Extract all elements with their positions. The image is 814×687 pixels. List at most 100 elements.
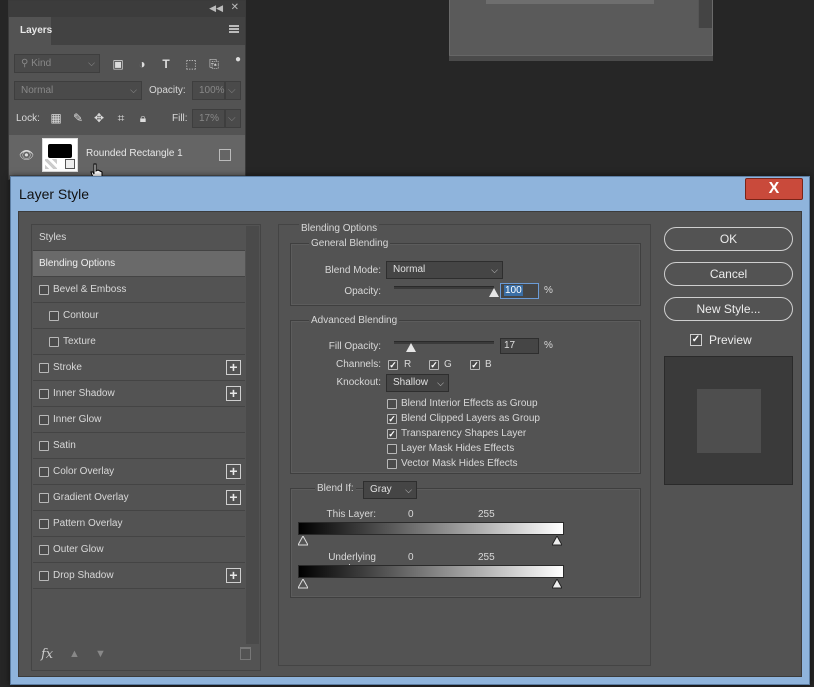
shape-filter-icon[interactable]: ⬚ bbox=[184, 57, 198, 71]
close-panel-icon[interactable]: ✕ bbox=[231, 2, 239, 13]
option-label: Layer Mask Hides Effects bbox=[401, 443, 515, 454]
style-checkbox[interactable] bbox=[39, 363, 49, 373]
style-item-inner-shadow[interactable]: Inner Shadow + bbox=[33, 381, 245, 407]
fill-opacity-input[interactable]: 17 bbox=[500, 338, 539, 354]
style-checkbox[interactable] bbox=[39, 467, 49, 477]
opacity-slider-thumb[interactable] bbox=[489, 288, 499, 297]
style-item-gradient-overlay[interactable]: Gradient Overlay + bbox=[33, 485, 245, 511]
document-scrollbar[interactable] bbox=[698, 0, 712, 28]
option-checkbox[interactable] bbox=[387, 399, 397, 409]
add-effect-icon[interactable]: + bbox=[226, 568, 241, 583]
style-checkbox[interactable] bbox=[49, 311, 59, 321]
channel-r-checkbox[interactable]: ✓ bbox=[388, 360, 398, 370]
lock-all-icon[interactable]: 🔒︎ bbox=[136, 111, 150, 125]
option-label: Blend Clipped Layers as Group bbox=[401, 413, 540, 424]
channel-b-checkbox[interactable]: ✓ bbox=[470, 360, 480, 370]
style-checkbox[interactable] bbox=[39, 389, 49, 399]
blend-if-select[interactable]: Gray ⌵ bbox=[363, 481, 417, 499]
add-effect-icon[interactable]: + bbox=[226, 360, 241, 375]
move-up-icon[interactable]: ▲ bbox=[69, 648, 80, 660]
lock-position-icon[interactable]: ✥ bbox=[92, 111, 106, 125]
visibility-eye-icon[interactable]: 👁︎ bbox=[19, 148, 34, 162]
channel-r-label: R bbox=[404, 359, 412, 370]
add-effect-icon[interactable]: + bbox=[226, 386, 241, 401]
fill-opacity-slider-thumb[interactable] bbox=[406, 343, 416, 352]
option-label: Blend Interior Effects as Group bbox=[401, 398, 538, 409]
preview-label: Preview bbox=[709, 333, 752, 347]
type-filter-icon[interactable]: T bbox=[159, 57, 173, 71]
option-checkbox[interactable] bbox=[387, 459, 397, 469]
style-item-color-overlay[interactable]: Color Overlay + bbox=[33, 459, 245, 485]
adjustment-filter-icon[interactable]: ◑ bbox=[135, 57, 149, 71]
this-layer-label: This Layer: bbox=[326, 509, 376, 520]
style-item-contour[interactable]: Contour bbox=[33, 303, 245, 329]
opacity-input[interactable]: 100 bbox=[500, 283, 539, 299]
style-item-texture[interactable]: Texture bbox=[33, 329, 245, 355]
layer-thumbnail[interactable] bbox=[42, 138, 78, 172]
layer-style-dialog: Layer Style X Styles Blending Options Beve… bbox=[10, 176, 810, 685]
style-checkbox[interactable] bbox=[39, 285, 49, 295]
lock-image-icon[interactable]: ✎ bbox=[71, 111, 85, 125]
opacity-dropdown[interactable]: ⌵ bbox=[225, 81, 241, 100]
option-label: Transparency Shapes Layer bbox=[401, 428, 527, 439]
preview-checkbox[interactable]: ✓ bbox=[690, 334, 702, 346]
channel-g-checkbox[interactable]: ✓ bbox=[429, 360, 439, 370]
style-item-styles[interactable]: Styles bbox=[33, 225, 245, 251]
layer-name[interactable]: Rounded Rectangle 1 bbox=[86, 148, 183, 159]
style-checkbox[interactable] bbox=[39, 493, 49, 503]
smart-object-filter-icon[interactable]: ⎘ bbox=[207, 57, 221, 71]
style-checkbox[interactable] bbox=[49, 337, 59, 347]
filter-toggle-icon[interactable]: ● bbox=[231, 53, 245, 67]
new-style-button[interactable]: New Style... bbox=[664, 297, 793, 321]
add-effect-icon[interactable]: + bbox=[226, 464, 241, 479]
option-checkbox[interactable]: ✓ bbox=[387, 414, 397, 424]
opacity-label: Opacity: bbox=[149, 85, 186, 96]
opacity-slider-track[interactable] bbox=[394, 286, 494, 289]
underlying-white-slider[interactable] bbox=[552, 579, 562, 589]
add-effect-icon[interactable]: + bbox=[226, 490, 241, 505]
move-down-icon[interactable]: ▼ bbox=[95, 648, 106, 660]
panel-menu-icon[interactable] bbox=[229, 25, 239, 33]
close-button[interactable]: X bbox=[745, 178, 803, 200]
style-item-blending-options[interactable]: Blending Options bbox=[33, 251, 245, 277]
style-item-drop-shadow[interactable]: Drop Shadow + bbox=[33, 563, 245, 589]
underlying-black-slider[interactable] bbox=[298, 579, 308, 589]
lock-transparent-icon[interactable]: ▦ bbox=[49, 111, 63, 125]
lock-artboard-icon[interactable]: ⌗ bbox=[114, 111, 128, 125]
style-checkbox[interactable] bbox=[39, 441, 49, 451]
style-checkbox[interactable] bbox=[39, 415, 49, 425]
style-checkbox[interactable] bbox=[39, 545, 49, 555]
chevron-down-icon: ⌵ bbox=[405, 485, 412, 495]
style-item-bevel-emboss[interactable]: Bevel & Emboss bbox=[33, 277, 245, 303]
blend-if-label: Blend If: bbox=[315, 483, 356, 494]
style-list-scrollbar[interactable] bbox=[246, 226, 259, 644]
tab-layers[interactable]: Layers bbox=[9, 17, 52, 45]
channels-label: Channels: bbox=[335, 359, 381, 370]
this-layer-white-slider[interactable] bbox=[552, 536, 562, 546]
knockout-select[interactable]: Shallow ⌵ bbox=[386, 374, 449, 392]
option-checkbox[interactable]: ✓ bbox=[387, 429, 397, 439]
this-layer-gradient bbox=[298, 522, 564, 535]
this-layer-black-slider[interactable] bbox=[298, 536, 308, 546]
opacity-field[interactable]: 100% bbox=[192, 81, 225, 100]
fill-field[interactable]: 17% bbox=[192, 109, 225, 128]
option-checkbox[interactable] bbox=[387, 444, 397, 454]
style-item-satin[interactable]: Satin bbox=[33, 433, 245, 459]
style-item-outer-glow[interactable]: Outer Glow bbox=[33, 537, 245, 563]
trash-icon[interactable] bbox=[240, 647, 251, 660]
kind-filter-select[interactable]: ⚲ Kind ⌵ bbox=[14, 54, 100, 73]
style-checkbox[interactable] bbox=[39, 519, 49, 529]
cancel-button[interactable]: Cancel bbox=[664, 262, 793, 286]
style-checkbox[interactable] bbox=[39, 571, 49, 581]
blend-mode-select[interactable]: Normal ⌵ bbox=[14, 81, 142, 100]
collapse-icon[interactable]: ◀◀ bbox=[209, 3, 223, 14]
style-item-inner-glow[interactable]: Inner Glow bbox=[33, 407, 245, 433]
style-item-stroke[interactable]: Stroke + bbox=[33, 355, 245, 381]
blend-mode-select[interactable]: Normal ⌵ bbox=[386, 261, 503, 279]
image-filter-icon[interactable]: ▣ bbox=[111, 57, 125, 71]
layer-row[interactable]: 👁︎ Rounded Rectangle 1 bbox=[9, 135, 245, 175]
ok-button[interactable]: OK bbox=[664, 227, 793, 251]
fill-dropdown[interactable]: ⌵ bbox=[225, 109, 241, 128]
fx-icon[interactable]: fx bbox=[41, 647, 53, 662]
style-item-pattern-overlay[interactable]: Pattern Overlay bbox=[33, 511, 245, 537]
